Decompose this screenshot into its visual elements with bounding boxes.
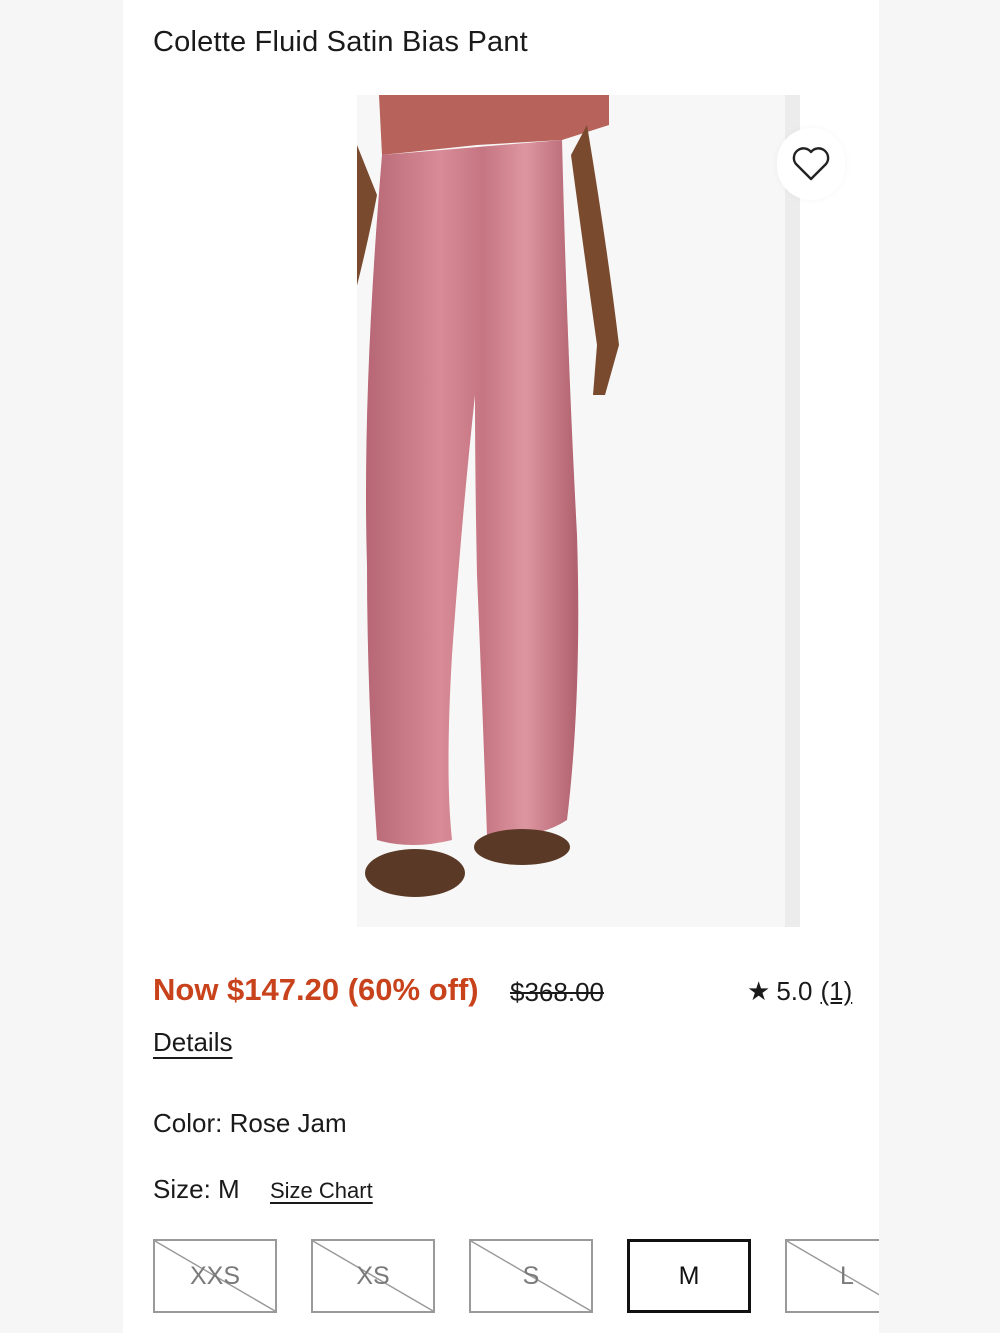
- size-row: Size: M: [153, 1174, 240, 1205]
- details-link[interactable]: Details: [153, 1027, 232, 1058]
- pant-illustration: [357, 95, 800, 927]
- product-title: Colette Fluid Satin Bias Pant: [153, 26, 528, 58]
- sale-price: Now $147.20 (60% off): [153, 972, 479, 1007]
- heart-outline-icon: [792, 147, 830, 181]
- size-option[interactable]: XXS: [153, 1239, 277, 1313]
- rating-value: 5.0: [776, 976, 813, 1006]
- product-panel: Colette Fluid Satin Bias Pant Now $147.2…: [123, 0, 879, 1333]
- size-option-selected[interactable]: M: [627, 1239, 751, 1313]
- rating[interactable]: ★ 5.0 (1): [747, 976, 852, 1007]
- product-image[interactable]: [357, 95, 800, 927]
- size-option-label: XS: [356, 1261, 390, 1290]
- size-value: M: [218, 1174, 240, 1204]
- size-option-label: L: [840, 1261, 854, 1290]
- star-icon: ★: [747, 976, 771, 1006]
- original-price: $368.00: [510, 977, 604, 1007]
- size-option[interactable]: L: [785, 1239, 879, 1313]
- size-option-label: S: [522, 1261, 540, 1290]
- color-row: Color: Rose Jam: [153, 1108, 347, 1139]
- size-chart-link[interactable]: Size Chart: [270, 1178, 373, 1204]
- rating-count[interactable]: (1): [820, 976, 852, 1007]
- price-row: Now $147.20 (60% off) $368.00 ★ 5.0 (1): [153, 972, 853, 1012]
- favorite-button[interactable]: [777, 128, 845, 200]
- size-label: Size:: [153, 1174, 211, 1204]
- color-value: Rose Jam: [229, 1108, 347, 1138]
- color-label: Color:: [153, 1108, 223, 1138]
- size-option[interactable]: S: [469, 1239, 593, 1313]
- size-option-label: XXS: [189, 1261, 241, 1290]
- size-option[interactable]: XS: [311, 1239, 435, 1313]
- size-selector: XXS XS S M L: [153, 1239, 879, 1317]
- unavailable-slash: [787, 1241, 879, 1296]
- size-option-label: M: [678, 1261, 700, 1290]
